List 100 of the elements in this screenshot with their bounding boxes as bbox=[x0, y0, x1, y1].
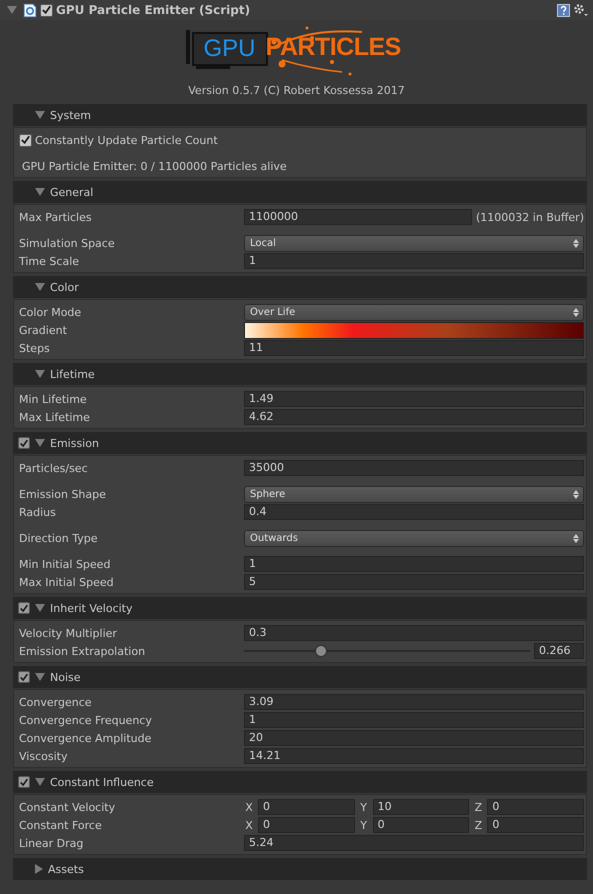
section-header[interactable]: Color bbox=[13, 276, 587, 298]
section-title: General bbox=[50, 186, 94, 198]
axis-label: X bbox=[244, 800, 254, 814]
field-label: Velocity Multiplier bbox=[19, 626, 118, 640]
input-field[interactable]: 0 bbox=[372, 817, 470, 833]
input-field[interactable]: 1100000 bbox=[244, 209, 472, 225]
field-label: Max Initial Speed bbox=[19, 576, 115, 588]
checkbox[interactable] bbox=[19, 134, 32, 146]
dropdown[interactable]: Local bbox=[244, 234, 584, 252]
section-header[interactable]: System bbox=[13, 104, 587, 126]
field-label: Max Lifetime bbox=[19, 410, 91, 424]
section-title: Emission bbox=[50, 436, 99, 450]
foldout-arrow-icon[interactable] bbox=[35, 439, 45, 447]
foldout-arrow-icon[interactable] bbox=[35, 370, 45, 378]
input-field[interactable]: 20 bbox=[244, 730, 584, 746]
dropdown-arrows-icon bbox=[573, 238, 579, 248]
axis-label: Z bbox=[474, 818, 484, 832]
dropdown[interactable]: Outwards bbox=[244, 530, 584, 546]
logo-drawing: GPU PARTICLES bbox=[182, 26, 412, 78]
section-header[interactable]: Lifetime bbox=[13, 363, 587, 385]
section-title: Color bbox=[50, 280, 79, 294]
section-title: System bbox=[50, 108, 92, 122]
input-field[interactable]: 10 bbox=[372, 799, 470, 815]
axis-label: Y bbox=[359, 800, 368, 814]
dropdown-arrows-icon bbox=[573, 534, 579, 542]
section-checkbox[interactable] bbox=[18, 602, 30, 614]
field-label: Min Lifetime bbox=[19, 392, 88, 406]
field-label: Steps bbox=[19, 342, 51, 354]
foldout-arrow-icon[interactable] bbox=[35, 864, 43, 874]
dropdown-arrows-icon bbox=[573, 308, 579, 316]
slider-track[interactable] bbox=[244, 645, 530, 657]
foldout-arrow-icon[interactable] bbox=[35, 604, 45, 612]
axis-label: Y bbox=[359, 818, 368, 832]
input-field[interactable]: 14.21 bbox=[244, 748, 584, 764]
section-title: Noise bbox=[50, 670, 81, 684]
input-field[interactable]: 35000 bbox=[244, 460, 584, 476]
foldout-arrow-icon[interactable] bbox=[35, 111, 45, 119]
section-header[interactable]: Inherit Velocity bbox=[13, 597, 587, 619]
section-title: Constant Influence bbox=[50, 776, 154, 788]
section-header[interactable]: Constant Influence bbox=[13, 771, 587, 793]
axis-label: X bbox=[244, 818, 254, 832]
field-label: Convergence bbox=[19, 696, 93, 708]
section-header[interactable]: Emission bbox=[13, 432, 587, 454]
gradient-field[interactable] bbox=[244, 322, 584, 338]
input-field[interactable]: 0 bbox=[487, 817, 584, 833]
section-checkbox[interactable] bbox=[18, 671, 30, 683]
input-field[interactable]: 0.3 bbox=[244, 625, 584, 641]
section-checkbox[interactable] bbox=[18, 437, 30, 449]
section-header[interactable]: General bbox=[13, 181, 587, 203]
axis-label: Z bbox=[474, 800, 484, 814]
input-field[interactable]: 1.49 bbox=[244, 391, 584, 407]
input-field[interactable]: 11 bbox=[244, 340, 584, 356]
input-field[interactable]: 0 bbox=[258, 799, 355, 815]
slider-thumb[interactable] bbox=[315, 645, 328, 657]
component-title: GPU Particle Emitter (Script) bbox=[56, 3, 250, 17]
field-label: Constant Force bbox=[19, 818, 103, 832]
field-label: Max Particles bbox=[19, 210, 93, 224]
input-field[interactable]: 0.4 bbox=[244, 504, 584, 520]
field-label: Linear Drag bbox=[19, 836, 84, 850]
section-title: Assets bbox=[48, 862, 84, 876]
foldout-arrow-icon[interactable] bbox=[35, 283, 45, 291]
field-label: Convergence Frequency bbox=[19, 714, 153, 726]
enabled-checkbox[interactable] bbox=[40, 4, 53, 16]
field-label: Viscosity bbox=[19, 750, 68, 762]
section-title: Lifetime bbox=[50, 368, 95, 380]
input-field[interactable]: 1 bbox=[244, 712, 584, 728]
input-field[interactable]: 5 bbox=[244, 574, 584, 590]
settings-icon[interactable] bbox=[573, 3, 589, 17]
field-label: Radius bbox=[19, 506, 57, 518]
dropdown[interactable]: Sphere bbox=[244, 486, 584, 502]
field-label: Constant Velocity bbox=[19, 800, 116, 814]
section-checkbox[interactable] bbox=[18, 776, 30, 788]
field-label: Emission Shape bbox=[19, 488, 107, 500]
input-field[interactable]: 1 bbox=[244, 556, 584, 572]
dropdown-arrows-icon bbox=[573, 490, 579, 498]
input-field[interactable]: 0.266 bbox=[534, 643, 584, 659]
input-field[interactable]: 5.24 bbox=[244, 835, 584, 851]
checkbox-label: Constantly Update Particle Count bbox=[35, 134, 218, 146]
buffer-note: (1100032 in Buffer) bbox=[476, 210, 584, 224]
field-label: Convergence Amplitude bbox=[19, 732, 152, 744]
version-text: Version 0.5.7 (C) Robert Kossessa 2017 bbox=[187, 84, 406, 99]
field-label: Direction Type bbox=[19, 532, 98, 544]
input-field[interactable]: 1 bbox=[244, 253, 584, 269]
input-field[interactable]: 0 bbox=[487, 799, 584, 815]
field-label: Color Mode bbox=[19, 306, 82, 318]
input-field[interactable]: 4.62 bbox=[244, 409, 584, 425]
dropdown[interactable]: Over Life bbox=[244, 304, 584, 320]
foldout-arrow-icon[interactable] bbox=[35, 673, 45, 681]
help-icon[interactable] bbox=[557, 4, 570, 16]
field-label: Emission Extrapolation bbox=[19, 644, 146, 658]
field-label: Min Initial Speed bbox=[19, 558, 112, 570]
section-header[interactable]: Assets bbox=[13, 858, 587, 880]
field-label: Time Scale bbox=[19, 254, 80, 268]
section-header[interactable]: Noise bbox=[13, 666, 587, 688]
foldout-arrow-icon[interactable] bbox=[35, 188, 45, 196]
foldout-arrow-icon[interactable] bbox=[35, 778, 45, 786]
script-icon bbox=[23, 2, 37, 18]
input-field[interactable]: 0 bbox=[258, 817, 355, 833]
field-label: Gradient bbox=[19, 324, 68, 336]
input-field[interactable]: 3.09 bbox=[244, 694, 584, 710]
